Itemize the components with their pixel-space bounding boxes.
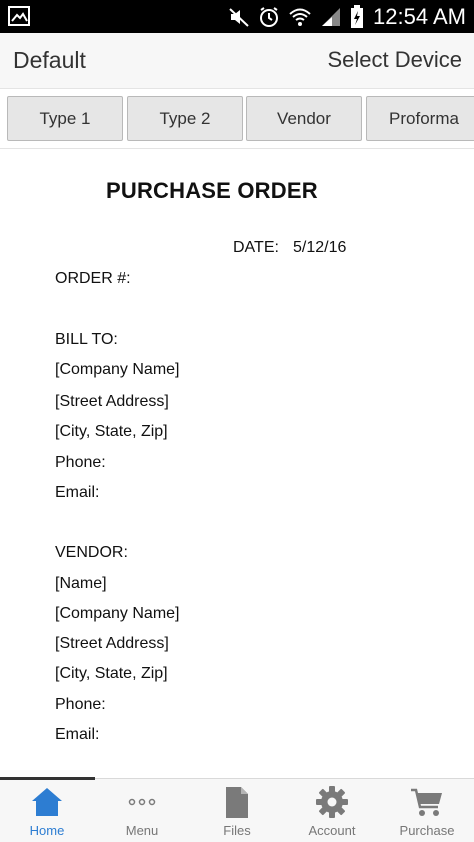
wifi-icon: [289, 8, 311, 26]
page-title: Default: [13, 47, 86, 73]
nav-account[interactable]: Account: [285, 779, 379, 842]
tab-proforma[interactable]: Proforma: [366, 96, 474, 141]
app-header: Default Select Device: [0, 33, 474, 89]
bottom-navigation: Home Menu Files Account Purchase: [0, 777, 474, 842]
bill-to-heading: BILL TO:: [55, 331, 118, 348]
bill-to-city: [City, State, Zip]: [55, 423, 168, 440]
template-tabs: Type 1 Type 2 Vendor Proforma: [0, 89, 474, 149]
status-bar: 12:54 AM: [0, 0, 474, 33]
image-icon: [8, 6, 30, 26]
nav-purchase[interactable]: Purchase: [380, 779, 474, 842]
home-icon: [32, 788, 62, 816]
nav-files[interactable]: Files: [190, 779, 284, 842]
vendor-company: [Company Name]: [55, 605, 180, 622]
purchase-order-document: PURCHASE ORDER DATE: 5/12/16 ORDER #: BI…: [0, 150, 474, 778]
tab-vendor[interactable]: Vendor: [246, 96, 362, 141]
bill-to-street: [Street Address]: [55, 393, 169, 410]
vendor-email: Email:: [55, 726, 100, 743]
nav-menu[interactable]: Menu: [95, 779, 189, 842]
clock-time: 12:54 AM: [373, 4, 466, 29]
nav-home[interactable]: Home: [0, 779, 94, 842]
bill-to-company: [Company Name]: [55, 361, 180, 378]
more-dots-icon: [128, 798, 156, 806]
vendor-heading: VENDOR:: [55, 544, 128, 561]
select-device-button[interactable]: Select Device: [327, 47, 462, 73]
document-title: PURCHASE ORDER: [106, 178, 318, 203]
nav-account-label: Account: [308, 823, 356, 838]
gear-icon: [316, 786, 348, 818]
cart-icon: [411, 788, 442, 816]
status-icons: [228, 4, 364, 30]
vendor-street: [Street Address]: [55, 635, 169, 652]
order-number-label: ORDER #:: [55, 270, 131, 287]
vendor-city: [City, State, Zip]: [55, 665, 168, 682]
nav-files-label: Files: [223, 823, 251, 838]
date-label: DATE:: [233, 239, 279, 256]
vendor-name: [Name]: [55, 575, 107, 592]
file-icon: [226, 787, 248, 818]
nav-menu-label: Menu: [125, 823, 159, 838]
nav-home-label: Home: [29, 823, 65, 838]
nav-purchase-label: Purchase: [399, 823, 455, 838]
tab-type-1[interactable]: Type 1: [7, 96, 123, 141]
battery-icon: [351, 5, 363, 28]
tab-type-2[interactable]: Type 2: [127, 96, 243, 141]
alarm-icon: [260, 7, 278, 27]
date-value: 5/12/16: [293, 239, 347, 256]
bill-to-phone: Phone:: [55, 454, 106, 471]
signal-icon: [322, 8, 340, 26]
mute-icon: [229, 8, 249, 27]
vendor-phone: Phone:: [55, 696, 106, 713]
bill-to-email: Email:: [55, 484, 100, 501]
